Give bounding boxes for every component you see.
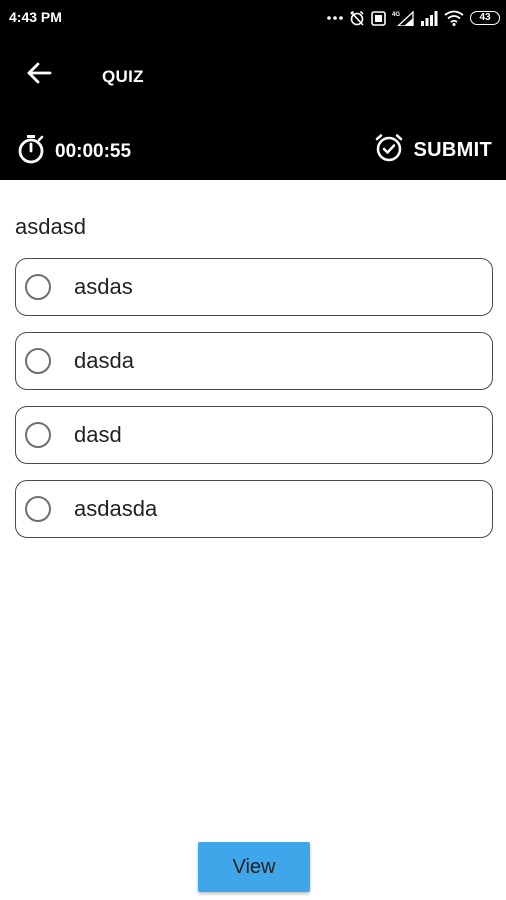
data-saver-icon	[371, 10, 386, 26]
signal-icon	[420, 10, 438, 26]
radio-button[interactable]	[25, 274, 51, 300]
dots-icon	[327, 15, 343, 21]
app-header: QUIZ	[0, 44, 506, 108]
alarm-check-icon	[374, 133, 404, 168]
submit-label: SUBMIT	[413, 139, 492, 161]
view-button-label: View	[232, 855, 276, 878]
option-item[interactable]: dasda	[15, 332, 493, 390]
battery-icon: 43	[470, 11, 500, 25]
signal-4g-icon: 4G	[392, 10, 414, 26]
arrow-left-icon	[26, 62, 52, 89]
view-button[interactable]: View	[198, 842, 310, 892]
option-label: asdas	[74, 274, 133, 299]
options-list: asdas dasda dasd asdasda	[15, 258, 493, 554]
top-bar: 4:43 PM 4G 43 QUIZ 00:00:55 SUBMIT	[0, 0, 506, 180]
status-bar: 4:43 PM 4G 43	[0, 0, 506, 36]
option-label: dasda	[74, 348, 134, 373]
page-title: QUIZ	[102, 67, 144, 86]
timer-value: 00:00:55	[55, 140, 132, 162]
option-label: dasd	[74, 422, 122, 447]
alarm-off-icon	[349, 10, 365, 26]
battery-level: 43	[479, 12, 491, 23]
option-label: asdasda	[74, 496, 158, 521]
question-text: asdasd	[15, 214, 86, 239]
radio-button[interactable]	[25, 496, 51, 522]
quiz-screen: 4:43 PM 4G 43 QUIZ 00:00:55 SUBMIT asdas…	[0, 0, 506, 900]
wifi-icon	[444, 10, 464, 26]
svg-text:4G: 4G	[392, 12, 400, 18]
submit-button[interactable]: SUBMIT	[374, 133, 492, 168]
option-item[interactable]: asdasda	[15, 480, 493, 538]
radio-button[interactable]	[25, 422, 51, 448]
option-item[interactable]: asdas	[15, 258, 493, 316]
option-item[interactable]: dasd	[15, 406, 493, 464]
timer: 00:00:55	[17, 134, 131, 169]
back-button[interactable]	[20, 58, 58, 92]
radio-button[interactable]	[25, 348, 51, 374]
timer-row: 00:00:55 SUBMIT	[0, 128, 506, 172]
stopwatch-icon	[17, 134, 45, 169]
status-time: 4:43 PM	[9, 9, 62, 25]
status-icons: 4G 43	[327, 7, 500, 29]
